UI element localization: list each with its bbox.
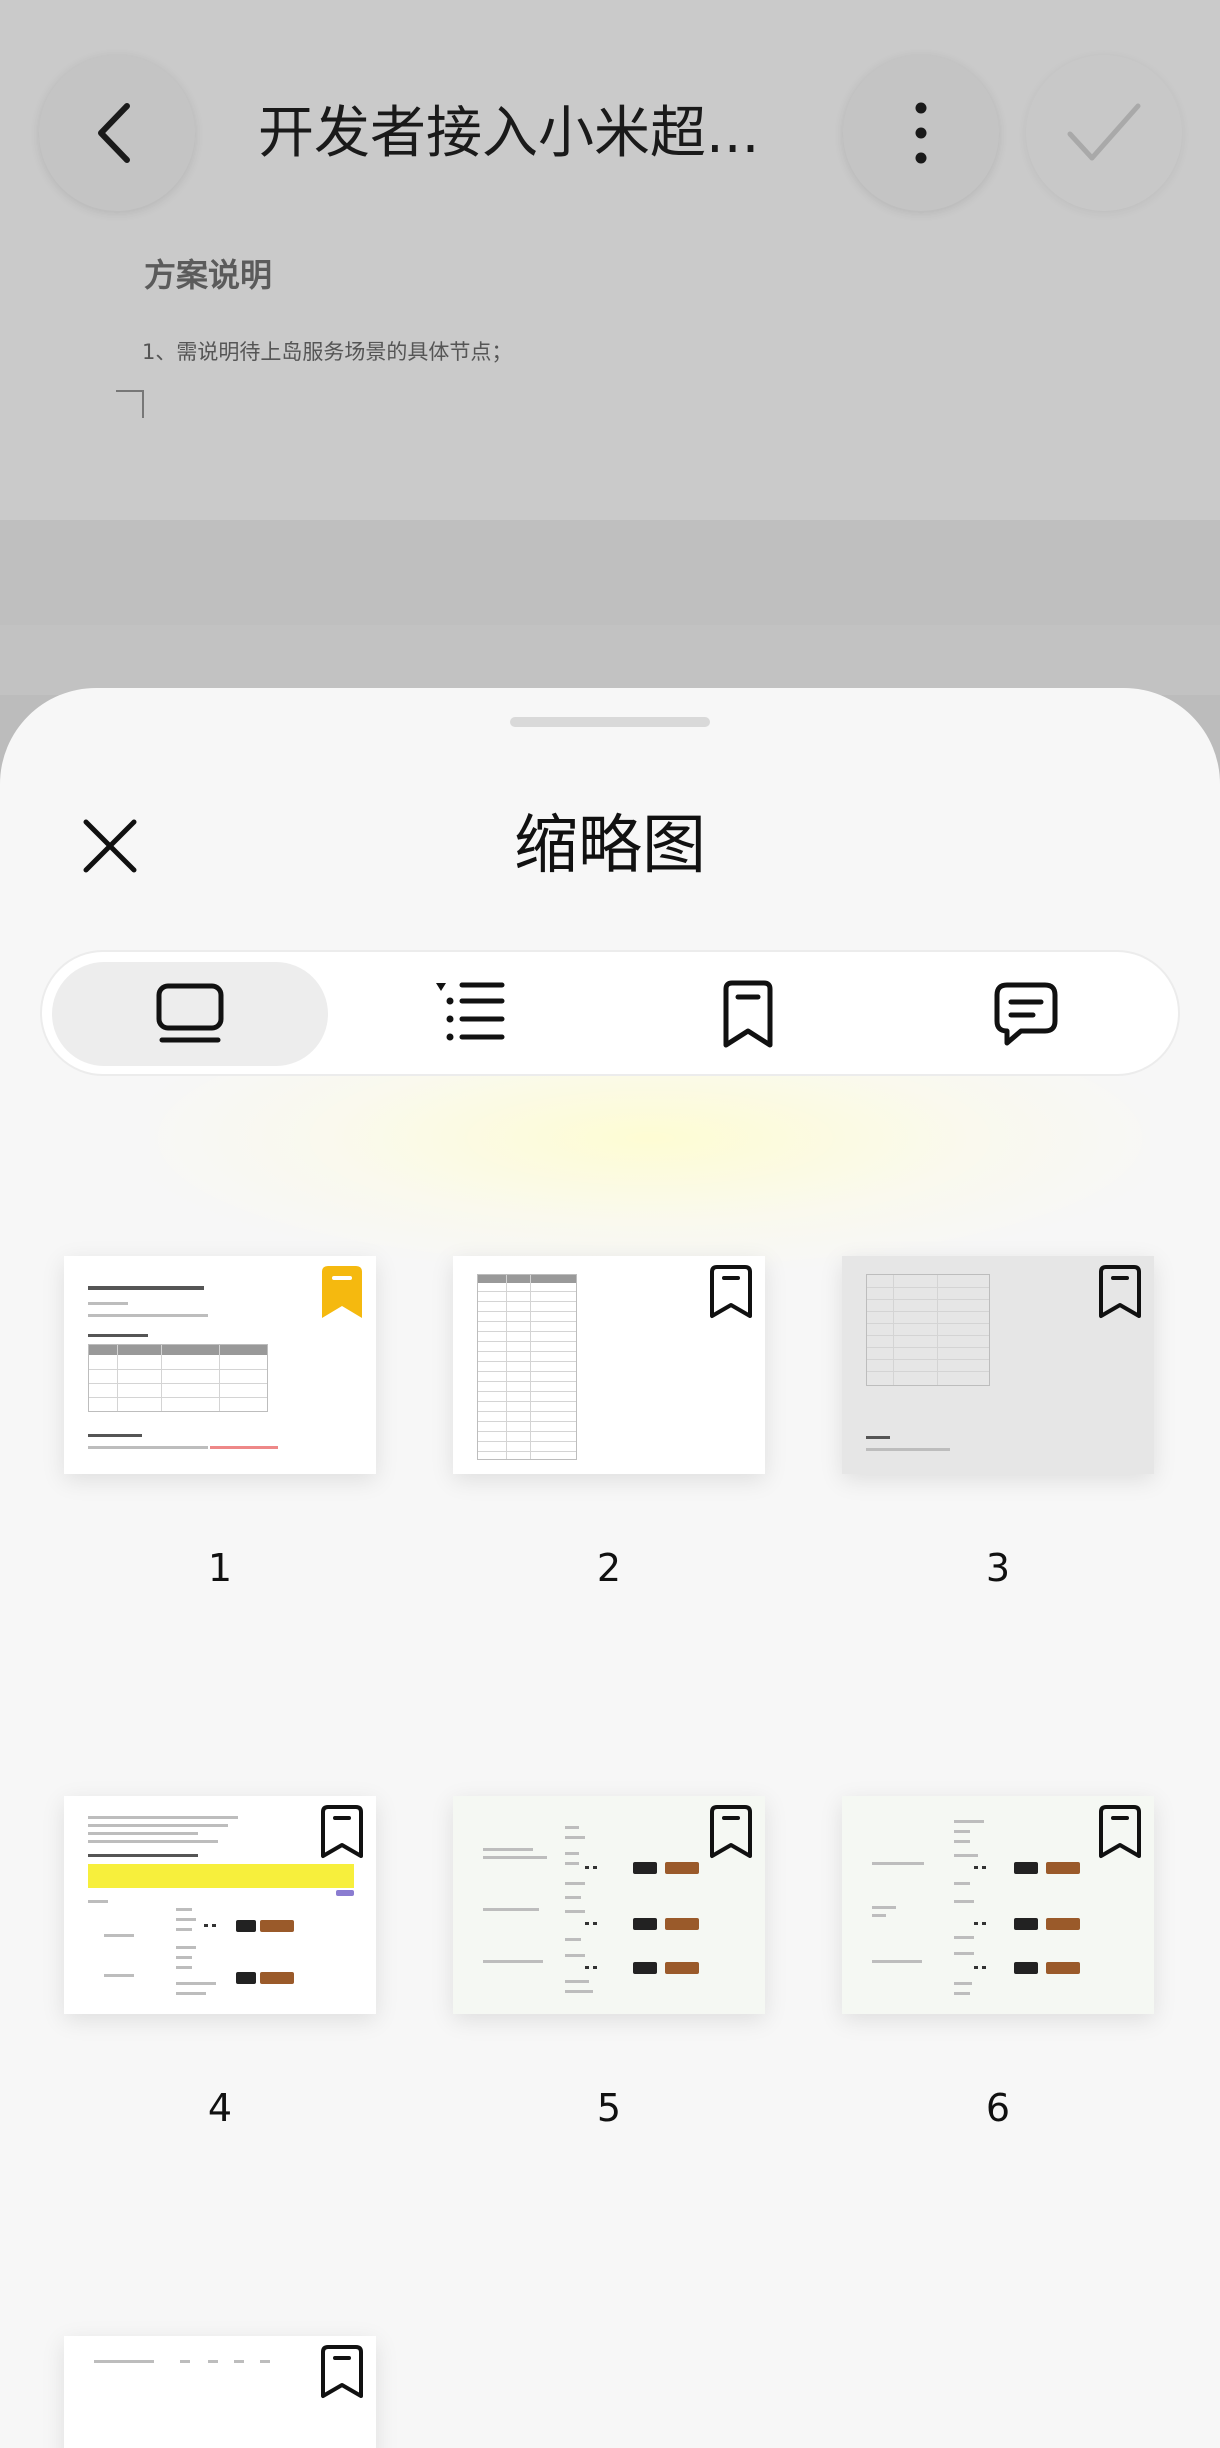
document-title: 开发者接入小米超... — [258, 101, 760, 166]
page-preview — [64, 1256, 376, 1474]
chevron-left-icon — [98, 103, 130, 163]
drag-handle[interactable] — [510, 717, 710, 727]
outline-list-icon — [436, 982, 505, 1041]
thumbnail-page-1[interactable]: 1 — [64, 1256, 376, 1590]
page-number: 5 — [596, 2086, 622, 2130]
cursor-corner-mark — [116, 390, 144, 418]
bookmark-icon[interactable] — [318, 1804, 366, 1860]
bookmark-icon[interactable] — [707, 1804, 755, 1860]
thumbnail-page-5[interactable]: 5 — [453, 1796, 765, 2130]
done-button[interactable] — [1026, 55, 1182, 211]
page-number: 4 — [207, 2086, 233, 2130]
tab-comments[interactable] — [888, 962, 1164, 1066]
thumbnail-page-3[interactable]: 3 — [842, 1256, 1154, 1590]
thumbnail-page-7[interactable]: 7 — [64, 2336, 376, 2448]
tab-thumbnails[interactable] — [52, 962, 328, 1066]
page-gap — [0, 520, 1220, 625]
document-text-line: 1、需说明待上岛服务场景的具体节点； — [142, 340, 513, 364]
page-number: 3 — [985, 1546, 1011, 1590]
page-preview — [842, 1796, 1154, 2014]
thumbnail-page-6[interactable]: 6 — [842, 1796, 1154, 2130]
checkmark-icon — [1067, 103, 1141, 161]
tab-outline[interactable] — [332, 962, 608, 1066]
page-preview — [453, 1256, 765, 1474]
bookmark-icon[interactable] — [318, 2344, 366, 2400]
comment-icon — [994, 982, 1058, 1046]
document-heading: 方案说明 — [144, 256, 273, 294]
page-number: 2 — [596, 1546, 622, 1590]
thumbnail-sheet: 缩略图 1 2 3 4 5 6 — [0, 688, 1220, 2448]
thumbnail-icon — [156, 983, 224, 1043]
sheet-title: 缩略图 — [514, 809, 706, 883]
view-tabbar — [40, 950, 1180, 1076]
bookmark-icon — [723, 980, 773, 1048]
bookmark-icon[interactable] — [1096, 1264, 1144, 1320]
page-number: 1 — [207, 1546, 233, 1590]
more-button[interactable] — [843, 55, 999, 211]
bookmark-icon[interactable] — [1096, 1804, 1144, 1860]
bookmark-icon[interactable] — [707, 1264, 755, 1320]
document-page-next — [0, 625, 1220, 695]
more-vertical-icon — [915, 102, 927, 164]
page-preview — [842, 1256, 1154, 1474]
tab-bookmarks[interactable] — [610, 962, 886, 1066]
document-background: 开发者接入小米超... 方案说明 1、需说明待上岛服务场景的具体节点； — [0, 0, 1220, 695]
page-number: 6 — [985, 2086, 1011, 2130]
page-preview — [453, 1796, 765, 2014]
thumbnail-page-2[interactable]: 2 — [453, 1256, 765, 1590]
page-preview — [64, 1796, 376, 2014]
back-button[interactable] — [39, 55, 195, 211]
thumbnail-page-4[interactable]: 4 — [64, 1796, 376, 2130]
page-preview — [64, 2336, 376, 2448]
bookmark-active-icon[interactable] — [318, 1264, 366, 1320]
